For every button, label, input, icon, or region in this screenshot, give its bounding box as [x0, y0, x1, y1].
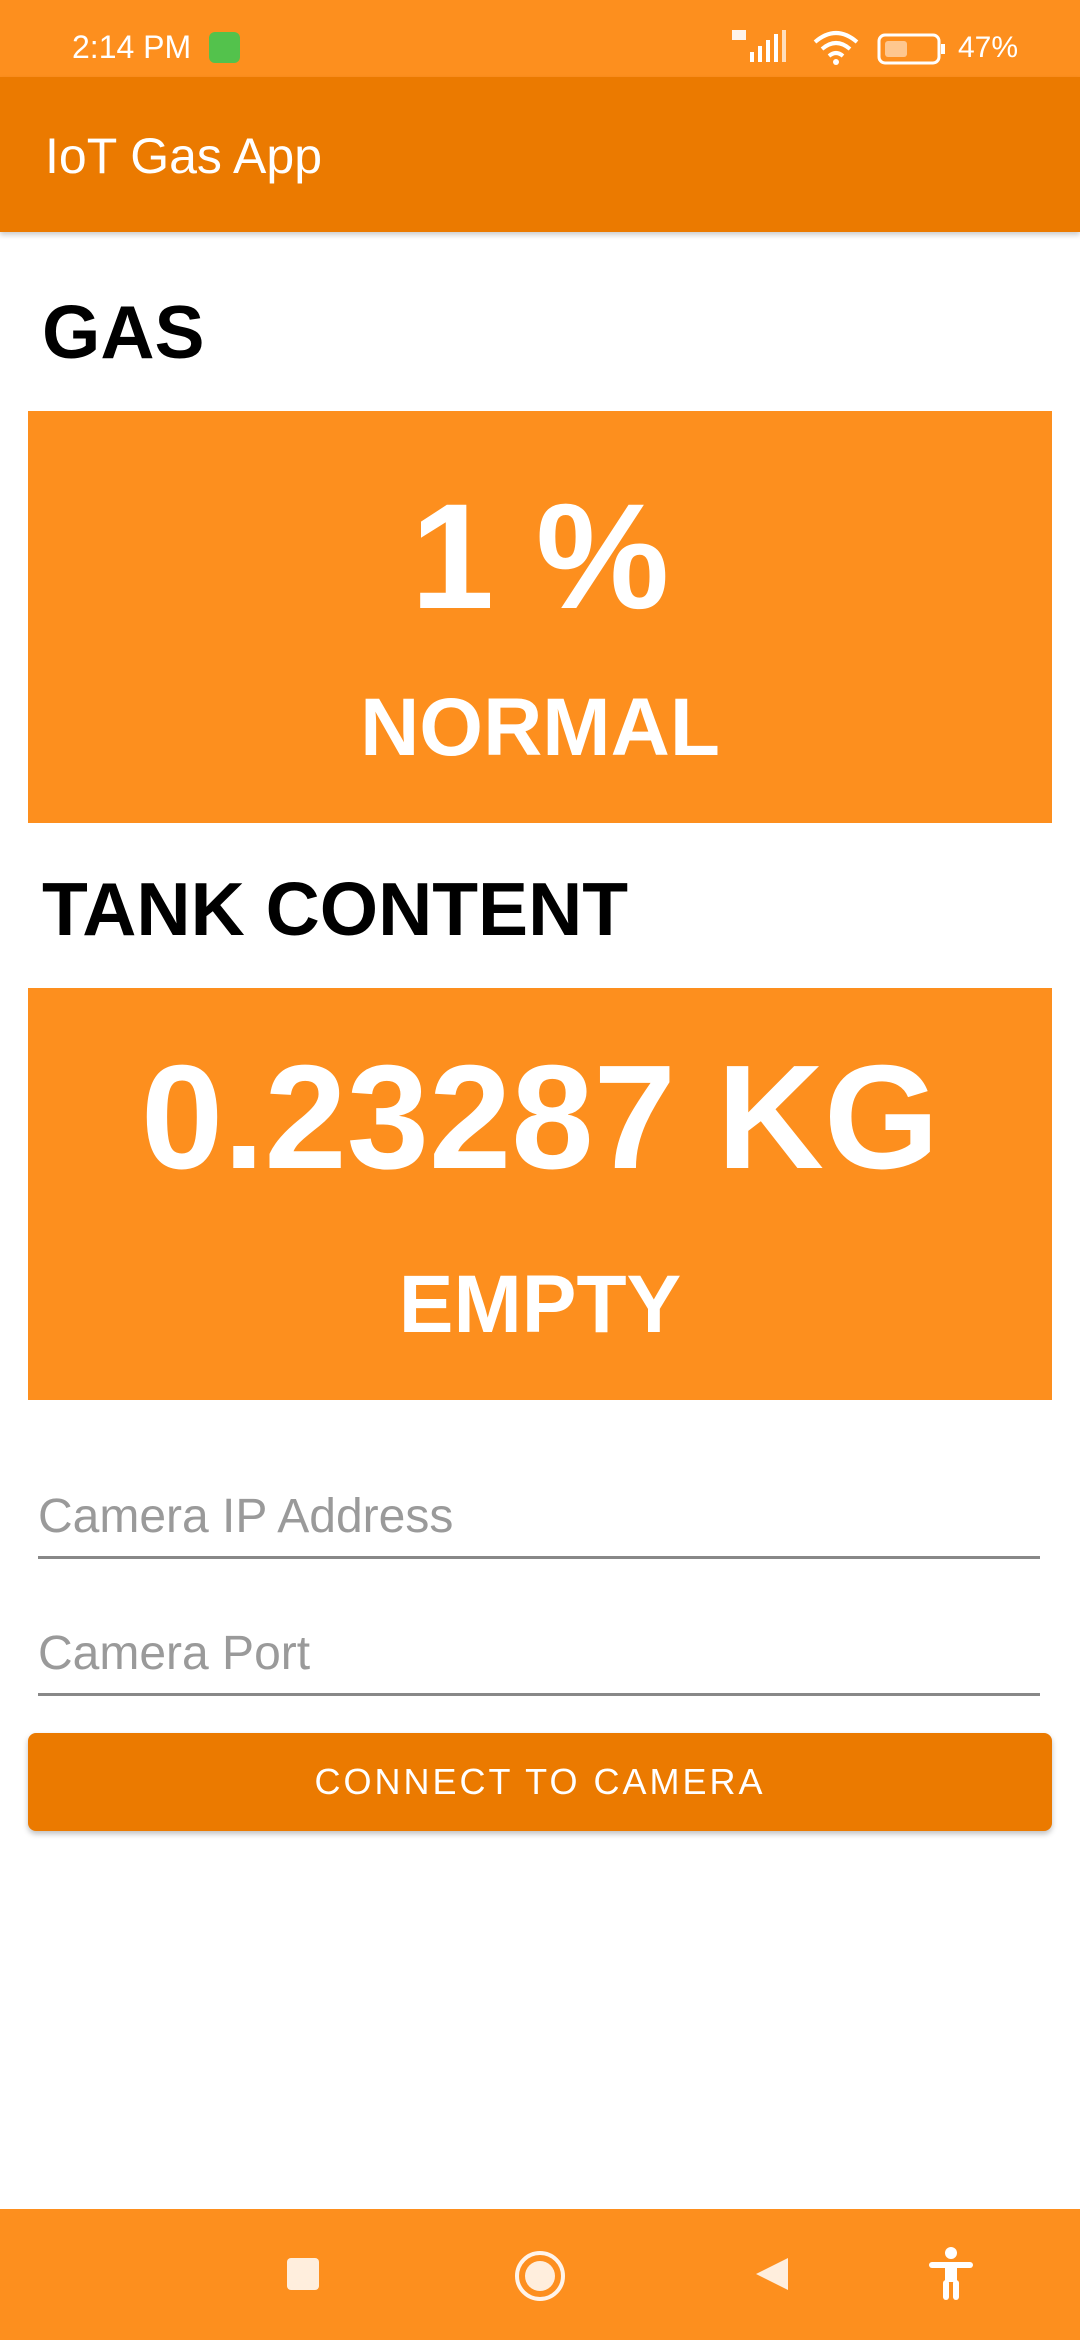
tank-value: 0.23287 KG: [140, 1035, 940, 1200]
gas-value: 1 %: [410, 472, 670, 640]
signal-4g-icon: [732, 30, 786, 62]
status-time: 2:14 PM: [72, 29, 192, 65]
gas-heading: GAS: [42, 290, 205, 374]
app-title: IoT Gas App: [45, 128, 323, 184]
camera-ip-input[interactable]: [38, 1476, 1040, 1556]
home-circle-icon[interactable]: [513, 2249, 567, 2303]
tank-status: EMPTY: [398, 1259, 682, 1350]
app-bar: IoT Gas App: [0, 77, 1080, 232]
accessibility-icon[interactable]: [925, 2246, 977, 2302]
tank-card: 0.23287 KG EMPTY: [28, 988, 1052, 1400]
connect-to-camera-button[interactable]: CONNECT TO CAMERA: [28, 1733, 1052, 1831]
back-triangle-icon[interactable]: [752, 2254, 792, 2294]
gas-status: NORMAL: [360, 682, 720, 773]
status-icons: 47%: [720, 0, 1080, 77]
camera-port-field[interactable]: [38, 1613, 1040, 1696]
battery-icon: [877, 33, 945, 65]
status-bar: 2:14 PM 47%: [0, 0, 1080, 77]
gas-card: 1 % NORMAL: [28, 411, 1052, 823]
wifi-icon: [813, 31, 859, 65]
tank-heading: TANK CONTENT: [42, 867, 629, 951]
app-notification-icon: [209, 32, 240, 63]
camera-port-input[interactable]: [38, 1613, 1040, 1693]
battery-level: 47%: [958, 31, 1019, 64]
camera-ip-field[interactable]: [38, 1476, 1040, 1559]
recents-square-icon[interactable]: [285, 2256, 321, 2292]
navigation-bar: [0, 2209, 1080, 2340]
